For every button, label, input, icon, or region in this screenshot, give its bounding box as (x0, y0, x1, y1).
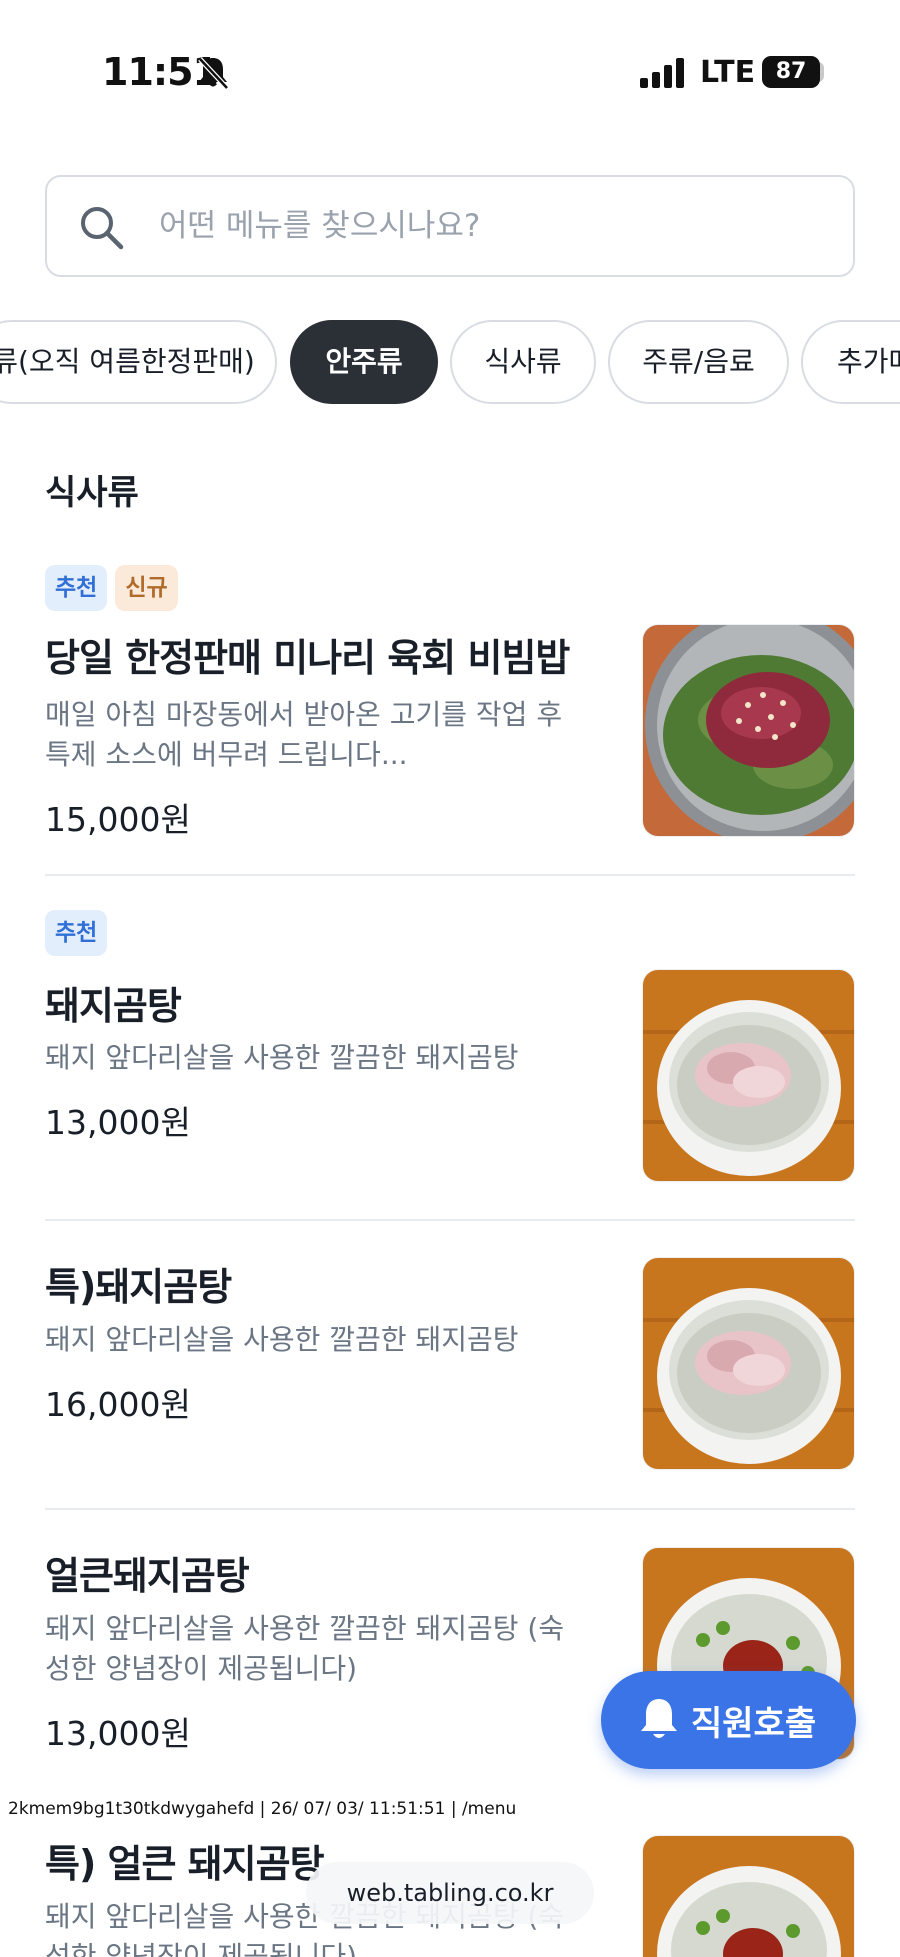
tab-drinks[interactable]: 주류/음료 (608, 320, 789, 404)
item-description: 돼지 앞다리살을 사용한 깔끔한 돼지곰탕 (숙성한 양념장이 제공됩니다) (45, 1612, 565, 1685)
item-image (642, 1257, 855, 1470)
divider (45, 1219, 855, 1221)
staff-call-label: 직원호출 (691, 1704, 817, 1744)
item-description: 돼지 앞다리살을 사용한 깔끔한 돼지곰탕 (45, 1041, 519, 1074)
staff-call-button[interactable]: 직원호출 (601, 1671, 856, 1769)
status-bar: 11:51 LTE 87 (0, 0, 900, 130)
item-description: 매일 아침 마장동에서 받아온 고기를 작업 후 특제 소스에 버무려 드립니다… (45, 698, 563, 771)
tab-summer-special[interactable]: 류(오직 여름한정판매) (0, 320, 277, 404)
new-badge: 신규 (115, 565, 178, 611)
menu-item[interactable]: 추천 돼지곰탕 돼지 앞다리살을 사용한 깔끔한 돼지곰탕 13,000원 (45, 910, 855, 1182)
item-price: 16,000원 (45, 1385, 191, 1424)
divider (45, 1508, 855, 1510)
bell-slash-icon (198, 57, 229, 90)
item-image (642, 969, 855, 1182)
recommended-badge: 추천 (45, 910, 108, 956)
signal-icon (640, 58, 684, 88)
item-tags: 추천 (45, 910, 115, 956)
search-input[interactable] (159, 199, 809, 253)
item-name: 돼지곰탕 (45, 984, 182, 1028)
debug-info: 2kmem9bg1t30tkdwygahefd | 26/ 07/ 03/ 11… (8, 1799, 517, 1819)
url-bar[interactable]: web.tabling.co.kr (306, 1862, 594, 1924)
item-image (642, 624, 855, 837)
search-icon (81, 207, 124, 250)
menu-item[interactable]: 특)돼지곰탕 돼지 앞다리살을 사용한 깔끔한 돼지곰탕 16,000원 (45, 1256, 855, 1476)
item-price: 13,000원 (45, 1714, 191, 1753)
item-tags: 추천 신규 (45, 565, 186, 611)
item-name: 얼큰돼지곰탕 (45, 1554, 250, 1598)
item-description: 돼지 앞다리살을 사용한 깔끔한 돼지곰탕 (45, 1323, 519, 1356)
item-name: 특)돼지곰탕 (45, 1265, 232, 1309)
category-tabs: 류(오직 여름한정판매) 안주류 식사류 주류/음료 추가메뉴 (0, 320, 900, 404)
item-price: 13,000원 (45, 1103, 191, 1142)
section-title: 식사류 (45, 473, 139, 513)
divider (45, 874, 855, 876)
item-name: 특) 얼큰 돼지곰탕 (45, 1842, 325, 1886)
item-image (642, 1835, 855, 1957)
tab-meals[interactable]: 식사류 (450, 320, 596, 404)
tab-anju[interactable]: 안주류 (290, 320, 438, 404)
network-type: LTE (700, 55, 756, 90)
bell-icon (641, 1699, 677, 1738)
menu-item[interactable]: 추천 신규 당일 한정판매 미나리 육회 비빔밥 매일 아침 마장동에서 받아온 … (45, 565, 855, 845)
recommended-badge: 추천 (45, 565, 108, 611)
tab-extra-menu[interactable]: 추가메뉴 (801, 320, 900, 404)
search-box[interactable] (45, 175, 855, 277)
item-name: 당일 한정판매 미나리 육회 비빔밥 (45, 636, 570, 680)
battery-icon: 87 (762, 56, 820, 88)
item-price: 15,000원 (45, 800, 191, 839)
